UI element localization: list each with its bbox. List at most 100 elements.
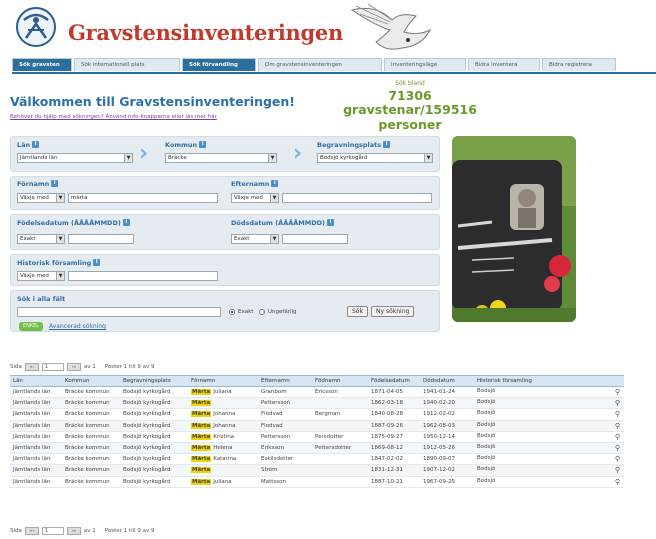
pager-first-button[interactable]: «‹ [24,363,39,371]
info-icon[interactable]: i [122,219,130,226]
column-header[interactable]: Dödsdatum [420,375,474,387]
table-row[interactable]: Jämtlands län Bräcke kommun Bodsjö kyrkogå… [10,453,624,466]
fodelsedatum-mode-select[interactable]: Exakt ▼ [17,234,65,244]
tab-bidra-registrera[interactable]: Bidra registrera [542,58,616,71]
table-cell: Bodsjö ⚲ [474,476,624,488]
tab-inventeringslage[interactable]: Inventeringsläge [384,58,466,71]
search-all-label: Sök i alla fält [17,295,66,303]
magnifier-icon[interactable]: ⚲ [615,399,620,407]
magnifier-icon[interactable]: ⚲ [615,455,620,463]
second-name: Juliana [213,478,232,485]
tab-om[interactable]: Om gravstensinventeringen [258,58,382,71]
second-name: Katarina [213,456,237,463]
tab-bidra-inventera[interactable]: Bidra inventera [468,58,540,71]
table-cell: Bodsjö ⚲ [474,386,624,399]
pager-next-button[interactable]: ›» [66,363,81,371]
lan-select[interactable]: Jämtlands län ▼ [17,153,133,163]
table-row[interactable]: Jämtlands län Bräcke kommun Bodsjö kyrkogå… [10,431,624,443]
simple-toggle[interactable]: ENKEL [19,322,43,331]
table-cell: Bräcke kommun [62,420,120,432]
table-cell: Bodsjö kyrkogård [120,442,188,455]
info-icon[interactable]: i [32,141,40,148]
efternamn-mode-select[interactable]: Växje med ▼ [231,193,279,203]
radio-exact[interactable] [229,309,235,315]
table-cell: Bodsjö kyrkogård [120,408,188,421]
table-cell: Bräcke kommun [62,464,120,477]
site-logo-icon[interactable] [14,6,58,48]
stats-label: Sök bland [395,80,425,87]
dodsdatum-input[interactable] [282,234,348,244]
table-cell: Flodvad [258,408,312,421]
search-button[interactable]: Sök [347,306,368,317]
begravningsplats-select[interactable]: Bodsjö kyrkogård ▼ [317,153,433,163]
magnifier-icon[interactable]: ⚲ [615,388,620,396]
table-cell: Jämtlands län [10,464,62,477]
search-all-input[interactable] [17,307,221,317]
new-search-button[interactable]: Ny sökning [371,306,415,317]
table-row[interactable]: Jämtlands län Bräcke kommun Bodsjö kyrkogå… [10,386,624,399]
column-header[interactable]: Förnamn [188,375,258,387]
pager-page-input[interactable]: 1 [41,527,64,535]
table-cell: Bräcke kommun [62,386,120,399]
site-title[interactable]: Gravstensinventeringen [68,20,343,45]
table-row[interactable]: Jämtlands län Bräcke kommun Bodsjö kyrkogå… [10,464,624,477]
help-link[interactable]: Behöver du hjälp med sökningen? Använd i… [10,114,217,120]
table-row[interactable]: Jämtlands län Bräcke kommun Bodsjö kyrkogå… [10,397,624,410]
tab-forvandling[interactable]: Sök förvandling [182,58,256,71]
info-icon[interactable]: i [326,219,334,226]
fodelsedatum-input[interactable] [68,234,134,244]
table-cell [312,453,368,466]
radio-approx[interactable] [259,309,265,315]
column-header[interactable]: Födnamn [312,375,368,387]
pager-av-label: av 1 [83,528,96,534]
column-header[interactable]: Kommun [62,375,120,387]
info-icon[interactable]: i [271,180,279,187]
magnifier-icon[interactable]: ⚲ [615,478,620,486]
info-icon[interactable]: i [51,180,59,187]
table-row[interactable]: Jämtlands län Bräcke kommun Bodsjö kyrkogå… [10,408,624,421]
kommun-select[interactable]: Bräcke ▼ [165,153,277,163]
pager-first-button[interactable]: «‹ [24,527,39,535]
table-cell: Persdotter [312,431,368,443]
column-header[interactable]: Historisk församling [474,375,624,387]
chevron-right-icon: › [139,141,149,166]
radio-approx-label: Ungefärlig [268,309,297,315]
historisk-input[interactable] [68,271,218,281]
column-header[interactable]: Födelsedatum [368,375,420,387]
table-cell: Märta Kristina [188,431,258,443]
table-cell: Bräcke kommun [62,476,120,488]
info-icon[interactable]: i [199,141,207,148]
magnifier-icon[interactable]: ⚲ [615,466,620,474]
magnifier-icon[interactable]: ⚲ [615,422,620,430]
lan-label: Län i [17,141,40,149]
advanced-search-link[interactable]: Avancerad sökning [49,323,106,330]
name-highlight: Märta [191,467,212,474]
column-header[interactable]: Efternamn [258,375,312,387]
table-row[interactable]: Jämtlands län Bräcke kommun Bodsjö kyrkogå… [10,476,624,488]
efternamn-input[interactable] [282,193,432,203]
table-cell: Bodsjö kyrkogård [120,386,188,399]
magnifier-icon[interactable]: ⚲ [615,433,620,441]
table-cell: Jämtlands län [10,408,62,421]
info-icon[interactable]: i [93,259,101,266]
tab-sok-gravsten[interactable]: Sök gravsten [12,58,72,71]
table-cell: Bodsjö kyrkogård [120,453,188,466]
magnifier-icon[interactable]: ⚲ [615,410,620,418]
magnifier-icon[interactable]: ⚲ [615,444,620,452]
info-icon[interactable]: i [383,141,391,148]
column-header[interactable]: Begravningsplats [120,375,188,387]
table-row[interactable]: Jämtlands län Bräcke kommun Bodsjö kyrkogå… [10,442,624,455]
pager-next-button[interactable]: ›» [66,527,81,535]
table-cell: Bodsjö kyrkogård [120,431,188,443]
fornamn-mode-select[interactable]: Växje med ▼ [17,193,65,203]
table-cell: Bergman [312,408,368,421]
fornamn-input[interactable]: märta [68,193,218,203]
tab-internationell-plats[interactable]: Sök internationell plats [74,58,180,71]
historisk-mode-select[interactable]: Växje med ▼ [17,271,65,281]
dodsdatum-mode-select[interactable]: Exakt ▼ [231,234,279,244]
column-header[interactable]: Län [10,375,62,387]
table-cell: Jämtlands län [10,453,62,466]
dove-icon [350,3,432,50]
table-row[interactable]: Jämtlands län Bräcke kommun Bodsjö kyrkogå… [10,420,624,432]
pager-page-input[interactable]: 1 [41,363,64,371]
